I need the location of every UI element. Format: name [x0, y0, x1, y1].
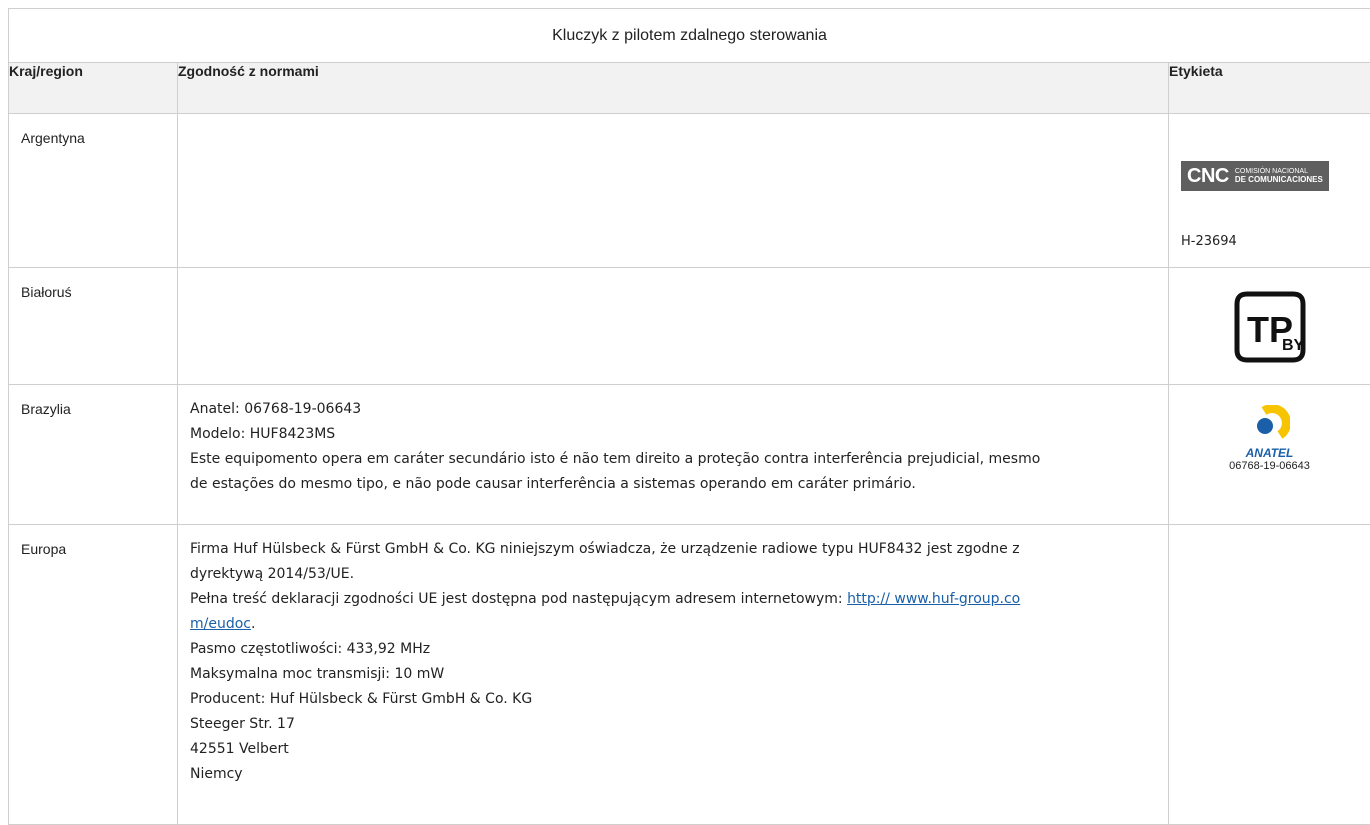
label-cell: ANATEL 06768-19-06643	[1169, 385, 1370, 525]
compliance-cell	[178, 268, 1169, 385]
label-cell: TP BY	[1169, 268, 1370, 385]
compliance-line: Niemcy	[190, 762, 1156, 787]
table-header-row: Kraj/region Zgodność z normami Etykieta	[9, 63, 1370, 114]
compliance-line: Steeger Str. 17	[190, 712, 1156, 737]
header-label: Etykieta	[1169, 63, 1370, 114]
compliance-line: Este equipomento opera em caráter secund…	[190, 447, 1156, 472]
anatel-wordmark: ANATEL	[1181, 447, 1358, 459]
country-name: Europa	[21, 541, 66, 557]
country-name: Brazylia	[21, 401, 71, 417]
compliance-line: de estações do mesmo tipo, e não pode ca…	[190, 472, 1156, 497]
country-cell: Brazylia	[9, 385, 178, 525]
cnc-logo: CNC COMISIÓN NACIONAL DE COMUNICACIONES	[1181, 161, 1329, 191]
compliance-cell: Anatel: 06768-19-06643 Modelo: HUF8423MS…	[178, 385, 1169, 525]
cnc-code: H-23694	[1181, 229, 1358, 254]
table-row-belarus: Białoruś TP BY	[9, 268, 1370, 385]
tp-by-logo: TP BY	[1181, 290, 1358, 372]
compliance-line: Modelo: HUF8423MS	[190, 422, 1156, 447]
table-row-brazil: Brazylia Anatel: 06768-19-06643 Modelo: …	[9, 385, 1370, 525]
country-cell: Europa	[9, 525, 178, 825]
svg-text:BY: BY	[1282, 337, 1305, 354]
country-name: Argentyna	[21, 130, 85, 146]
anatel-logo: ANATEL 06768-19-06643	[1181, 405, 1358, 473]
cnc-logo-subtitle: COMISIÓN NACIONAL DE COMUNICACIONES	[1235, 168, 1323, 184]
compliance-line: Firma Huf Hülsbeck & Fürst GmbH & Co. KG…	[190, 537, 1156, 562]
compliance-line: Pasmo częstotliwości: 433,92 MHz	[190, 637, 1156, 662]
compliance-line: Producent: Huf Hülsbeck & Fürst GmbH & C…	[190, 687, 1156, 712]
compliance-line: Maksymalna moc transmisji: 10 mW	[190, 662, 1156, 687]
label-cell	[1169, 525, 1370, 825]
header-compliance: Zgodność z normami	[178, 63, 1169, 114]
compliance-cell	[178, 114, 1169, 268]
country-name: Białoruś	[21, 284, 72, 300]
compliance-cell: Firma Huf Hülsbeck & Fürst GmbH & Co. KG…	[178, 525, 1169, 825]
eudoc-link-part1[interactable]: http:// www.huf-group.co	[847, 591, 1020, 607]
compliance-line: Anatel: 06768-19-06643	[190, 397, 1156, 422]
header-country: Kraj/region	[9, 63, 178, 114]
compliance-table: Kluczyk z pilotem zdalnego sterowania Kr…	[8, 8, 1370, 825]
compliance-line-link-continued: m/eudoc.	[190, 612, 1156, 637]
compliance-line-with-link: Pełna treść deklaracji zgodności UE jest…	[190, 587, 1156, 612]
country-cell: Argentyna	[9, 114, 178, 268]
compliance-line: 42551 Velbert	[190, 737, 1156, 762]
cnc-logo-letters: CNC	[1187, 164, 1229, 189]
table-row-europe: Europa Firma Huf Hülsbeck & Fürst GmbH &…	[9, 525, 1370, 825]
country-cell: Białoruś	[9, 268, 178, 385]
table-title: Kluczyk z pilotem zdalnego sterowania	[9, 9, 1370, 63]
anatel-number: 06768-19-06643	[1181, 459, 1358, 473]
table-row-argentina: Argentyna CNC COMISIÓN NACIONAL DE COMUN…	[9, 114, 1370, 268]
eudoc-link-part2[interactable]: m/eudoc	[190, 616, 251, 632]
anatel-mark-icon	[1250, 405, 1290, 439]
tp-by-mark-icon: TP BY	[1233, 290, 1307, 364]
compliance-line: dyrektywą 2014/53/UE.	[190, 562, 1156, 587]
label-cell: CNC COMISIÓN NACIONAL DE COMUNICACIONES …	[1169, 114, 1370, 268]
